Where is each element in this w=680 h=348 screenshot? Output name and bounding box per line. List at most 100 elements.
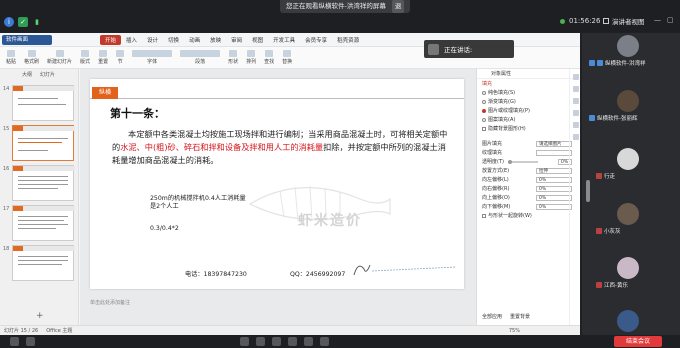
ribbon-font[interactable]: 字体 xyxy=(132,50,173,65)
add-slide-icon[interactable]: + xyxy=(36,311,44,321)
tab-slides[interactable]: 幻灯片 xyxy=(40,71,55,78)
menu-home[interactable]: 开始 xyxy=(100,34,122,45)
participant-tile[interactable]: 小灰灰 xyxy=(582,201,680,236)
placement-row[interactable]: 放置方式(E) 拉伸 xyxy=(477,166,580,175)
ribbon-paragraph[interactable]: 段落 xyxy=(180,50,221,65)
speaking-label: 正在讲话: xyxy=(444,46,473,54)
menu-animation[interactable]: 动画 xyxy=(184,36,205,44)
props-header: 对象属性 xyxy=(477,69,580,79)
end-meeting-button[interactable]: 结束会议 xyxy=(614,336,662,347)
fill-gradient-radio[interactable]: 渐变填充(G) xyxy=(477,97,580,106)
menu-member[interactable]: 会员专享 xyxy=(300,36,332,44)
share-banner: 您正在观看纵横软件-洪湾祥的屏幕 退 xyxy=(280,0,411,13)
animation-icon[interactable] xyxy=(572,98,579,104)
apps-icon[interactable] xyxy=(304,337,313,346)
mic-button-icon[interactable] xyxy=(10,337,19,346)
share-icon[interactable] xyxy=(572,122,579,128)
offset-top-row[interactable]: 向上偏移(O) 0% xyxy=(477,193,580,202)
view-mode-button[interactable]: 演讲者视图 xyxy=(603,16,645,26)
menu-slideshow[interactable]: 放映 xyxy=(205,36,226,44)
fill-picture-radio[interactable]: 图片或纹理填充(P) xyxy=(477,106,580,115)
ribbon-find[interactable]: 查找 xyxy=(264,50,274,65)
zoom-level[interactable]: 75% xyxy=(509,328,520,334)
style-icon[interactable] xyxy=(572,86,579,92)
camera-icon xyxy=(589,60,595,66)
rotate-with-shape-checkbox[interactable]: 与形状一起旋转(W) xyxy=(477,211,580,220)
participant-tile[interactable]: 行走 xyxy=(582,146,680,181)
menu-design[interactable]: 设计 xyxy=(142,36,163,44)
menu-insert[interactable]: 插入 xyxy=(121,36,142,44)
exit-share-view-button[interactable]: 退 xyxy=(391,0,405,13)
slide-thumbnail[interactable]: 17 xyxy=(3,205,75,241)
meeting-top-bar: i ✓ ▮ 您正在观看纵横软件-洪湾祥的屏幕 退 01:56:26 演讲者视图 … xyxy=(0,0,680,32)
participant-tile[interactable]: 江西-黄乐 xyxy=(582,255,680,290)
brand-tag: 纵横 xyxy=(92,87,118,99)
hide-background-checkbox[interactable]: 隐藏背景图形(H) xyxy=(477,124,580,133)
select-icon[interactable] xyxy=(572,74,579,80)
notes-placeholder[interactable]: 单击此处添加备注 xyxy=(90,299,464,309)
current-slide[interactable]: 纵横 第十一条： 本定额中各类混凝土均按施工现场拌和进行编制；当采用商品混凝土时… xyxy=(90,79,464,289)
participant-name: 江西-黄乐 xyxy=(604,283,628,289)
slide-thumbnail[interactable]: 16 xyxy=(3,165,75,201)
reset-background-button[interactable]: 重置背景 xyxy=(510,313,530,320)
camera-button-icon[interactable] xyxy=(26,337,35,346)
shield-icon[interactable]: ✓ xyxy=(18,17,28,27)
apply-all-button[interactable]: 全部应用 xyxy=(482,313,502,320)
status-icons: i ✓ ▮ xyxy=(4,17,42,27)
slide-thumbnail[interactable]: 18 xyxy=(3,245,75,281)
transparency-slider[interactable] xyxy=(507,159,538,164)
menu-transition[interactable]: 切换 xyxy=(163,36,184,44)
maximize-icon[interactable]: ▢ xyxy=(667,16,674,24)
menu-view[interactable]: 视图 xyxy=(247,36,268,44)
offset-left-row[interactable]: 向左偏移(L) 0% xyxy=(477,175,580,184)
offset-right-row[interactable]: 向右偏移(R) 0% xyxy=(477,184,580,193)
menu-review[interactable]: 审阅 xyxy=(226,36,247,44)
ribbon-format-painter[interactable]: 格式刷 xyxy=(24,50,39,65)
offset-bottom-row[interactable]: 向下偏移(M) 0% xyxy=(477,202,580,211)
picture-fill-row[interactable]: 图片填充 请选择图片 xyxy=(477,139,580,148)
menu-developer[interactable]: 开发工具 xyxy=(268,36,300,44)
signature-logo xyxy=(353,264,457,276)
ribbon-new-slide[interactable]: 新建幻灯片 xyxy=(47,50,72,65)
settings-icon[interactable] xyxy=(572,110,579,116)
share-screen-icon[interactable] xyxy=(240,337,249,346)
texture-fill-row[interactable]: 纹理填充 xyxy=(477,148,580,157)
participants-icon[interactable] xyxy=(256,337,265,346)
ribbon-paste[interactable]: 粘贴 xyxy=(6,50,16,65)
minimize-icon[interactable]: — xyxy=(654,16,661,24)
view-mode-label: 演讲者视图 xyxy=(612,18,645,26)
help-icon[interactable] xyxy=(572,134,579,140)
mic-icon xyxy=(589,115,595,121)
ribbon-layout[interactable]: 版式 xyxy=(80,50,90,65)
participant-tile[interactable]: 纵横软件-张丽辉 xyxy=(582,88,680,123)
ribbon-section[interactable]: 节 xyxy=(116,50,125,65)
chat-icon[interactable] xyxy=(272,337,281,346)
meeting-timer: 01:56:26 xyxy=(560,17,600,25)
ribbon-replace[interactable]: 替换 xyxy=(282,50,292,65)
participant-scrollbar[interactable] xyxy=(586,180,590,202)
tab-outline[interactable]: 大纲 xyxy=(22,71,32,78)
document-tab[interactable]: 软件画面 xyxy=(2,35,52,45)
thumb-tabs: 大纲 幻灯片 xyxy=(0,69,78,79)
timer-text: 01:56:26 xyxy=(569,17,601,25)
pane-side-tools xyxy=(569,69,581,325)
settings-icon[interactable] xyxy=(320,337,329,346)
ribbon-arrange[interactable]: 排列 xyxy=(246,50,256,65)
fill-solid-radio[interactable]: 纯色填充(S) xyxy=(477,88,580,97)
slide-header-line xyxy=(90,79,464,99)
info-icon[interactable]: i xyxy=(4,17,14,27)
slide-thumbnail[interactable]: 14 xyxy=(3,85,75,121)
slide-number: 14 xyxy=(3,86,10,92)
transparency-row[interactable]: 透明度(T) 0% xyxy=(477,157,580,166)
menu-docer[interactable]: 稻壳资源 xyxy=(332,36,364,44)
record-icon[interactable] xyxy=(288,337,297,346)
contact-qq: QQ：2456992097 xyxy=(290,271,346,278)
ribbon-reset[interactable]: 重置 xyxy=(98,50,108,65)
slide-thumbnail-selected[interactable]: 15 xyxy=(3,125,75,161)
fill-pattern-radio[interactable]: 图案填充(A) xyxy=(477,115,580,124)
ribbon-shape[interactable]: 形状 xyxy=(228,50,238,65)
signal-icon: ▮ xyxy=(35,18,39,26)
mic-muted-icon xyxy=(596,282,602,288)
props-fill-section[interactable]: 填充 xyxy=(477,79,580,88)
participant-tile[interactable]: 纵横软件-洪湾祥 xyxy=(582,33,680,68)
